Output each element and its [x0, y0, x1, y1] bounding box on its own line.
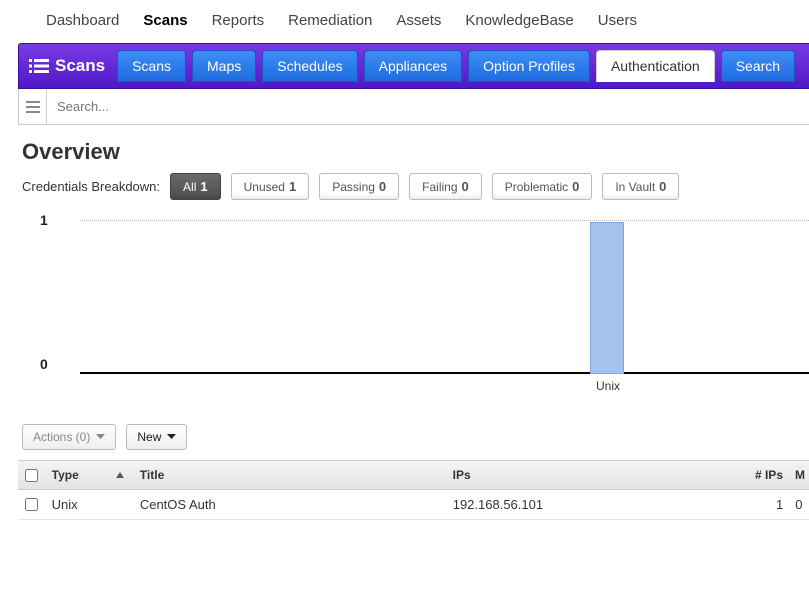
col-ips[interactable]: IPs [447, 468, 740, 482]
chart-bar-unix[interactable] [590, 222, 624, 374]
subtab-maps[interactable]: Maps [192, 50, 256, 82]
table-row[interactable]: Unix CentOS Auth 192.168.56.101 1 0 [18, 490, 809, 520]
filter-passing[interactable]: Passing0 [319, 173, 399, 200]
col-nips[interactable]: # IPs [740, 468, 789, 482]
breakdown-label: Credentials Breakdown: [22, 179, 160, 194]
credentials-chart: 1 0 Unix [40, 214, 809, 404]
search-bar [18, 89, 809, 125]
row-nips: 1 [740, 497, 789, 512]
filter-invault[interactable]: In Vault0 [602, 173, 679, 200]
chart-ytick-1: 1 [40, 212, 48, 228]
select-all-checkbox[interactable] [25, 469, 38, 482]
col-title[interactable]: Title [134, 468, 447, 482]
chart-xlabel-unix: Unix [596, 379, 620, 393]
table-actions: Actions (0) New [22, 424, 809, 450]
row-type: Unix [46, 497, 134, 512]
topnav-reports[interactable]: Reports [200, 8, 277, 33]
subtab-schedules[interactable]: Schedules [262, 50, 357, 82]
page-title: Overview [22, 139, 809, 165]
topnav-knowledgebase[interactable]: KnowledgeBase [453, 8, 585, 33]
sort-asc-icon [116, 472, 124, 478]
filter-unused[interactable]: Unused1 [231, 173, 310, 200]
chart-ytick-0: 0 [40, 356, 48, 372]
topnav-users[interactable]: Users [586, 8, 649, 33]
new-dropdown[interactable]: New [126, 424, 187, 450]
hamburger-icon [26, 101, 40, 113]
search-menu-button[interactable] [19, 89, 47, 124]
search-input[interactable] [47, 89, 809, 124]
chevron-down-icon [167, 434, 176, 440]
actions-dropdown[interactable]: Actions (0) [22, 424, 116, 450]
subtab-search[interactable]: Search [721, 50, 795, 82]
scans-subnav: Scans Scans Maps Schedules Appliances Op… [18, 43, 809, 89]
topnav-dashboard[interactable]: Dashboard [34, 8, 131, 33]
subtab-authentication[interactable]: Authentication [596, 50, 715, 82]
table-header: Type Title IPs # IPs M [18, 460, 809, 490]
filter-problematic[interactable]: Problematic0 [492, 173, 593, 200]
subtab-appliances[interactable]: Appliances [364, 50, 463, 82]
col-type[interactable]: Type [46, 468, 134, 482]
col-m[interactable]: M [789, 468, 809, 482]
credentials-filter-row: Credentials Breakdown: All1 Unused1 Pass… [22, 173, 809, 200]
topnav-assets[interactable]: Assets [384, 8, 453, 33]
row-ips: 192.168.56.101 [447, 497, 740, 512]
list-icon [29, 58, 49, 74]
top-nav: Dashboard Scans Reports Remediation Asse… [0, 0, 809, 43]
row-checkbox[interactable] [25, 498, 38, 511]
subtab-scans[interactable]: Scans [117, 50, 186, 82]
row-m: 0 [789, 497, 809, 512]
filter-all[interactable]: All1 [170, 173, 221, 200]
chevron-down-icon [96, 434, 105, 440]
topnav-scans[interactable]: Scans [131, 8, 199, 33]
subtab-option-profiles[interactable]: Option Profiles [468, 50, 590, 82]
scans-brand: Scans [29, 56, 111, 76]
topnav-remediation[interactable]: Remediation [276, 8, 384, 33]
credentials-table: Type Title IPs # IPs M Unix CentOS Auth … [18, 460, 809, 520]
row-title: CentOS Auth [134, 497, 447, 512]
filter-failing[interactable]: Failing0 [409, 173, 482, 200]
